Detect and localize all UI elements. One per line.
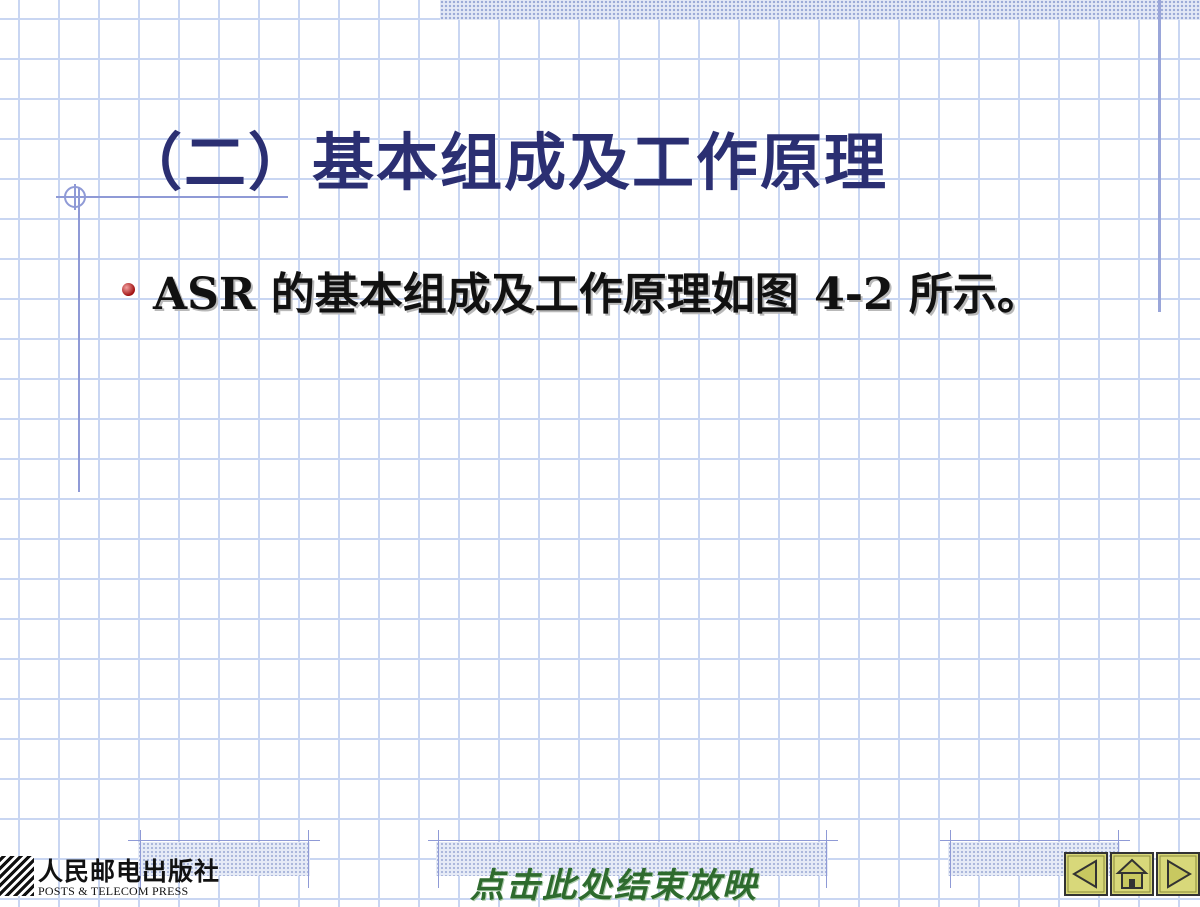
- home-button[interactable]: [1110, 852, 1154, 896]
- footer-rule-left: [128, 840, 320, 841]
- bullet-dot-icon: [122, 283, 135, 296]
- top-dotted-bar: [440, 0, 1200, 20]
- next-slide-button[interactable]: [1156, 852, 1200, 896]
- footer-rule-center: [428, 840, 838, 841]
- triangle-left-icon: [1064, 852, 1108, 896]
- bullet-list: ASR 的基本组成及工作原理如图 4-2 所示。: [122, 262, 1082, 328]
- footer-tick: [950, 830, 951, 888]
- publisher-name-en: POSTS & TELECOM PRESS: [38, 884, 189, 898]
- footer-tick: [438, 830, 439, 888]
- slide-title: （二）基本组成及工作原理: [120, 126, 889, 199]
- prev-slide-button[interactable]: [1064, 852, 1108, 896]
- right-accent-line: [1158, 0, 1161, 312]
- footer-tick: [826, 830, 827, 888]
- crosshair-icon: [62, 184, 88, 210]
- bullet-item: ASR 的基本组成及工作原理如图 4-2 所示。: [122, 262, 1082, 328]
- footer-rule-right: [940, 840, 1130, 841]
- title-underline-rule: [56, 196, 288, 198]
- triangle-right-icon: [1156, 852, 1200, 896]
- publisher-logo: 人民邮电出版社 POSTS & TELECOM PRESS: [0, 852, 219, 900]
- publisher-name-cn: 人民邮电出版社: [38, 857, 221, 886]
- home-icon: [1110, 852, 1154, 896]
- publisher-stripes-icon: [0, 856, 34, 896]
- bullet-text: ASR 的基本组成及工作原理如图 4-2 所示。: [153, 269, 1041, 320]
- footer-tick: [308, 830, 309, 888]
- left-accent-rule: [78, 188, 80, 492]
